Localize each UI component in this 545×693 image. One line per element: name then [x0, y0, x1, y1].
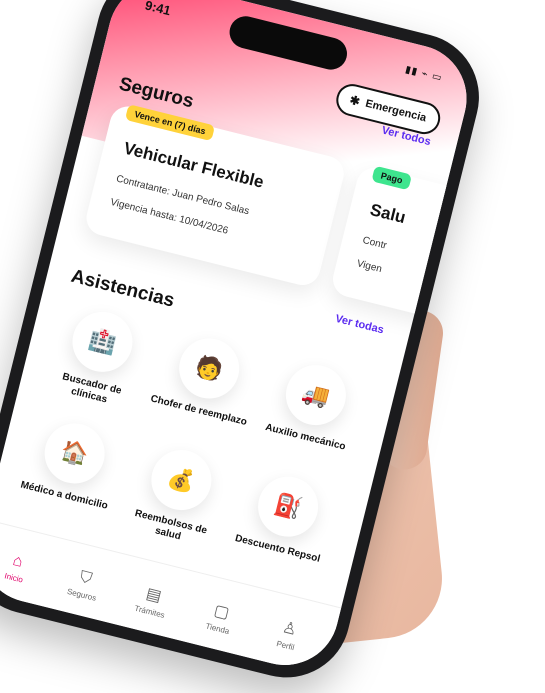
assistance-label: Descuento Repsol — [233, 532, 322, 565]
emergency-label: Emergencia — [364, 97, 428, 125]
assistance-item[interactable]: 🏥 Buscador de clínicas — [39, 301, 158, 414]
fuel-coupon-icon: ⛽ — [251, 470, 325, 544]
policy-holder: Contr — [361, 234, 388, 252]
tow-truck-icon: 🚚 — [279, 358, 353, 432]
tab-label: Inicio — [3, 571, 24, 585]
asistencias-see-all-link[interactable]: Ver todas — [334, 313, 385, 337]
tab-seguros[interactable]: ⛉ Seguros — [49, 562, 120, 607]
assistance-item[interactable]: 🧑 Chofer de reemplazo — [149, 327, 265, 429]
assistance-label: Médico a domicilio — [19, 479, 109, 512]
bag-icon: ▢ — [212, 602, 231, 623]
user-icon: ♙ — [280, 619, 299, 640]
assistance-item[interactable]: 🚚 Auxilio mecánico — [255, 354, 371, 456]
tab-tramites[interactable]: ▤ Trámites — [116, 577, 188, 624]
policy-validity: Vigen — [355, 258, 383, 276]
clinic-search-icon: 🏥 — [66, 305, 139, 379]
tab-perfil[interactable]: ♙ Perfil — [252, 611, 324, 658]
house-doctor-icon: 🏠 — [38, 417, 112, 490]
document-icon: ▤ — [144, 585, 164, 606]
tab-label: Perfil — [275, 639, 296, 653]
assistance-item[interactable]: ⛽ Descuento Repsol — [227, 465, 343, 567]
assistance-grid: 🏥 Buscador de clínicas 🧑 Chofer de reemp… — [19, 301, 381, 565]
assistance-item[interactable]: 💰 Reembolsos de salud — [118, 439, 237, 552]
policy-title: Salu — [368, 200, 408, 228]
tab-tienda[interactable]: ▢ Tienda — [184, 594, 256, 641]
tab-inicio[interactable]: ⌂ Inicio — [0, 545, 52, 590]
assistance-item[interactable]: 🏠 Médico a domicilio — [14, 412, 130, 514]
assistance-label: Reembolsos de salud — [133, 507, 209, 543]
assistance-label: Chofer de reemplazo — [149, 393, 248, 428]
assistance-label: Auxilio mecánico — [264, 422, 347, 453]
money-bag-icon: 💰 — [145, 443, 218, 517]
alert-icon: ✱ — [348, 92, 362, 109]
tab-label: Tienda — [204, 621, 231, 637]
driver-icon: 🧑 — [172, 332, 246, 405]
assistance-label: Buscador de clínicas — [61, 371, 123, 406]
